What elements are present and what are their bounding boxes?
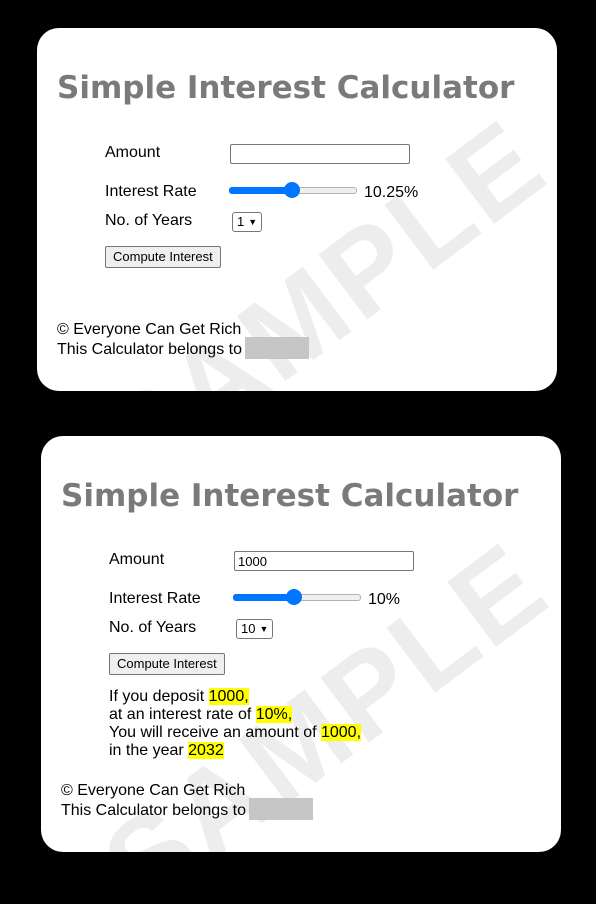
chevron-down-icon: ▼ — [248, 217, 258, 227]
slider-thumb[interactable] — [286, 589, 303, 605]
interest-rate-value: 10% — [368, 591, 401, 608]
years-selected-value: 10 — [241, 621, 256, 636]
interest-rate-label: Interest Rate — [109, 590, 201, 607]
result-line-rate: at an interest rate of 10%, — [109, 706, 361, 724]
amount-label: Amount — [105, 144, 161, 161]
compute-interest-button[interactable]: Compute Interest — [105, 246, 221, 268]
interest-rate-value: 10.25% — [364, 184, 419, 201]
result-rate-value: 10%, — [255, 706, 293, 723]
amount-label: Amount — [109, 551, 165, 568]
footer: © Everyone Can Get Rich This Calculator … — [57, 320, 309, 361]
result-line-deposit: If you deposit 1000, — [109, 688, 361, 706]
years-label: No. of Years — [109, 619, 197, 636]
result-line-amount: You will receive an amount of 1000, — [109, 724, 362, 742]
chevron-down-icon: ▼ — [259, 624, 269, 634]
result-line-year: in the year 2032 — [109, 742, 361, 760]
calculator-card-empty: SAMPLE Simple Interest Calculator Amount… — [37, 28, 557, 391]
slider-thumb[interactable] — [283, 182, 300, 198]
years-label: No. of Years — [105, 212, 193, 229]
owner-prefix: This Calculator belongs to — [57, 341, 242, 359]
result-amount-value: 1000, — [320, 724, 362, 741]
result-summary: If you deposit 1000, at an interest rate… — [109, 688, 362, 760]
slider-fill — [233, 594, 295, 601]
slider-fill — [229, 187, 292, 194]
result-deposit-label: If you deposit — [109, 688, 209, 705]
owner-name-redacted — [248, 798, 313, 820]
amount-input[interactable] — [234, 551, 414, 571]
calculator-card-result: SAMPLE Simple Interest Calculator Amount… — [41, 436, 561, 852]
page-title: Simple Interest Calculator — [61, 478, 519, 514]
interest-rate-label: Interest Rate — [105, 183, 197, 200]
interest-rate-slider[interactable] — [229, 181, 357, 198]
years-selected-value: 1 — [237, 214, 245, 229]
result-year-label: in the year — [109, 742, 189, 759]
compute-interest-button[interactable]: Compute Interest — [109, 653, 225, 675]
interest-rate-slider[interactable] — [233, 588, 361, 605]
result-deposit-value: 1000, — [208, 688, 249, 705]
result-amount-label: You will receive an amount of — [109, 724, 321, 741]
footer: © Everyone Can Get Rich This Calculator … — [61, 781, 313, 822]
result-rate-label: at an interest rate of — [109, 706, 256, 723]
amount-input[interactable] — [230, 144, 410, 164]
owner-line: This Calculator belongs to — [57, 337, 309, 361]
result-year-value: 2032 — [188, 742, 224, 759]
page-title: Simple Interest Calculator — [57, 70, 515, 106]
owner-prefix: This Calculator belongs to — [61, 802, 246, 820]
years-select[interactable]: 10 ▼ — [236, 619, 274, 639]
owner-line: This Calculator belongs to — [61, 798, 313, 822]
owner-name-redacted — [244, 337, 309, 359]
years-select[interactable]: 1 ▼ — [232, 212, 263, 232]
